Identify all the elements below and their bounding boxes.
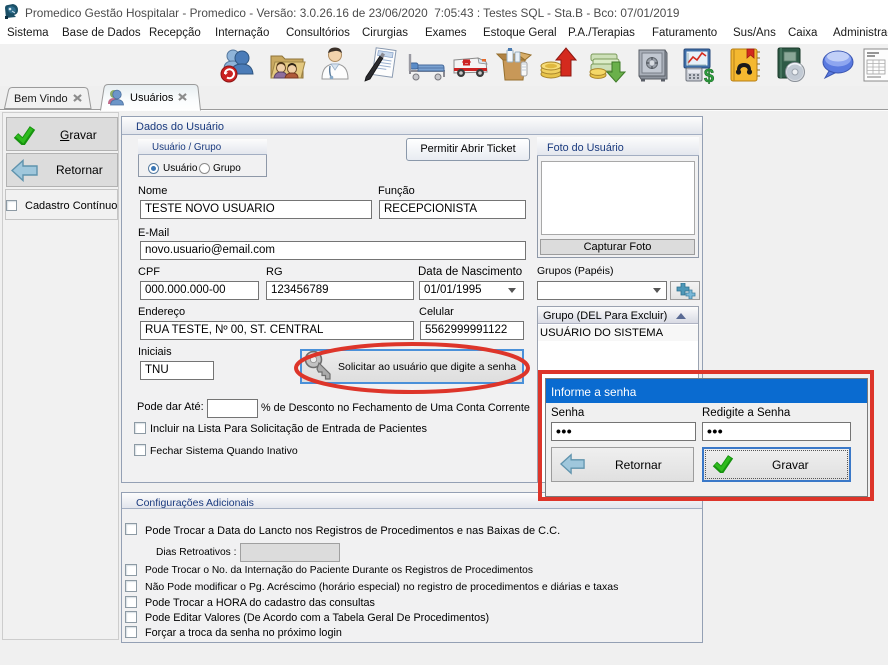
- svg-text:$: $: [704, 66, 714, 84]
